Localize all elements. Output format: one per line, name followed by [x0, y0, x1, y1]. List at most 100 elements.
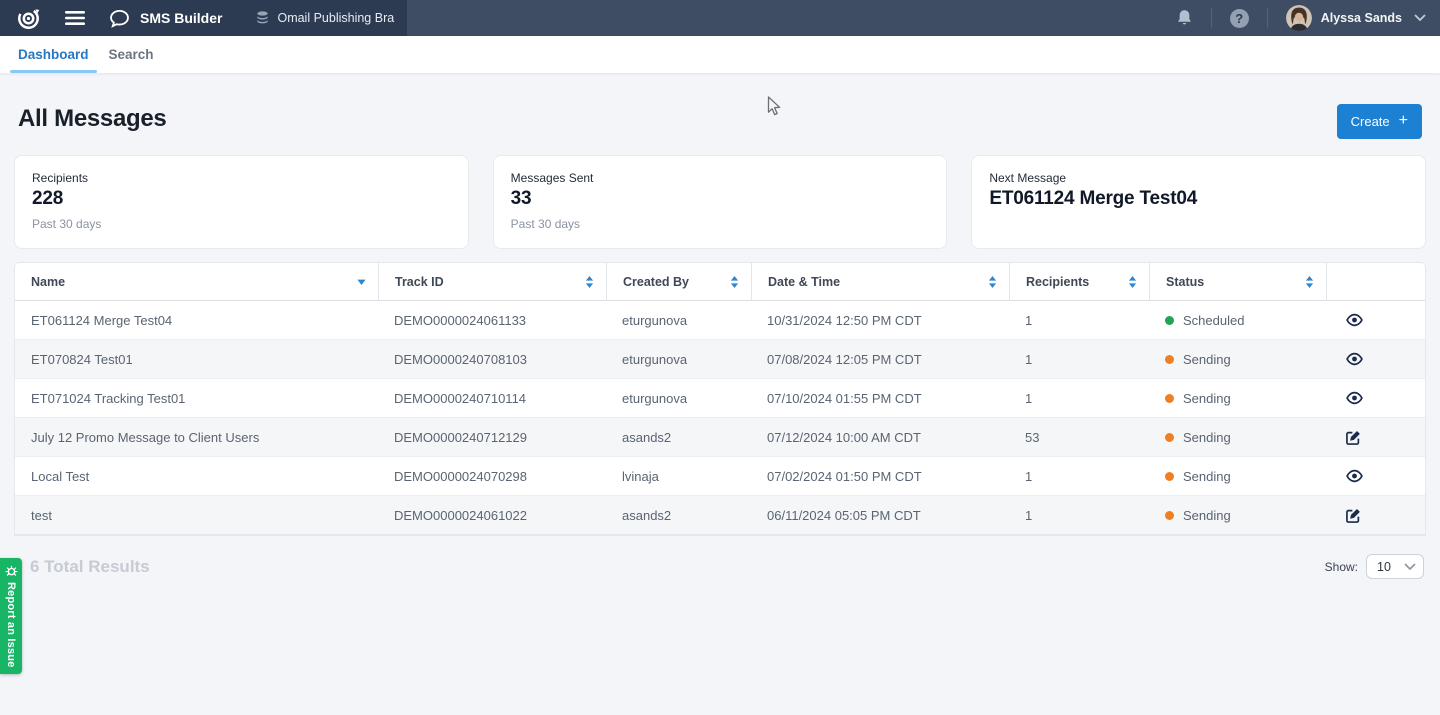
view-eye-icon — [1346, 352, 1363, 366]
messages-table: Name Track ID Created By Date & Time — [14, 262, 1426, 536]
stat-label: Next Message — [989, 171, 1408, 185]
cell-recipients: 1 — [1009, 469, 1149, 484]
tab-search[interactable]: Search — [99, 36, 164, 73]
column-header-created-by[interactable]: Created By — [606, 263, 751, 301]
user-avatar[interactable] — [1286, 5, 1312, 31]
cell-date-time: 07/10/2024 01:55 PM CDT — [751, 391, 1009, 406]
table-row: ET061124 Merge Test04DEMO0000024061133et… — [15, 301, 1425, 340]
cell-date-time: 10/31/2024 12:50 PM CDT — [751, 313, 1009, 328]
table-header-row: Name Track ID Created By Date & Time — [15, 263, 1425, 301]
create-button[interactable]: Create + — [1337, 104, 1422, 139]
help-icon[interactable]: ? — [1220, 0, 1259, 36]
sort-icon[interactable] — [1128, 276, 1137, 288]
stat-value: 228 — [32, 188, 451, 210]
cell-recipients: 1 — [1009, 391, 1149, 406]
cell-recipients: 1 — [1009, 313, 1149, 328]
cell-status: Sending — [1149, 508, 1326, 523]
app-title: SMS Builder — [140, 10, 222, 26]
cell-date-time: 07/12/2024 10:00 AM CDT — [751, 430, 1009, 445]
sort-icon[interactable] — [988, 276, 997, 288]
status-dot — [1165, 472, 1174, 481]
navbar-divider — [1211, 8, 1212, 28]
user-menu-chevron-icon[interactable] — [1414, 14, 1426, 22]
sort-icon[interactable] — [585, 276, 594, 288]
view-eye-icon — [1346, 469, 1363, 483]
edit-action-button[interactable] — [1326, 430, 1425, 445]
top-navbar: SMS Builder Omail Publishing Bra... ? — [0, 0, 1440, 36]
create-button-label: Create — [1351, 114, 1390, 129]
page-title: All Messages — [18, 105, 166, 133]
view-action-button[interactable] — [1326, 391, 1425, 405]
page-size-value: 10 — [1377, 560, 1391, 574]
sort-icon[interactable] — [1305, 276, 1314, 288]
total-results-label: 6 Total Results — [30, 557, 150, 577]
table-row: Local TestDEMO0000024070298lvinaja07/02/… — [15, 457, 1425, 496]
cell-recipients: 1 — [1009, 352, 1149, 367]
table-row: ET070824 Test01DEMO0000240708103eturguno… — [15, 340, 1425, 379]
status-dot — [1165, 394, 1174, 403]
column-label: Created By — [623, 275, 689, 289]
column-label: Status — [1166, 275, 1204, 289]
edit-action-button[interactable] — [1326, 508, 1425, 523]
page-size-select[interactable]: 10 — [1366, 554, 1424, 579]
table-row: testDEMO0000024061022asands206/11/2024 0… — [15, 496, 1425, 535]
brand-logo-icon[interactable] — [14, 0, 51, 36]
chevron-down-icon — [1404, 563, 1416, 571]
hamburger-menu-icon[interactable] — [55, 0, 95, 36]
tab-dashboard[interactable]: Dashboard — [8, 36, 99, 73]
database-icon — [256, 11, 269, 25]
status-label: Sending — [1183, 391, 1231, 406]
status-dot — [1165, 316, 1174, 325]
cell-recipients: 53 — [1009, 430, 1149, 445]
cell-track-id: DEMO0000240712129 — [378, 430, 606, 445]
cell-status: Sending — [1149, 352, 1326, 367]
cell-created-by: asands2 — [606, 508, 751, 523]
status-label: Sending — [1183, 508, 1231, 523]
cell-track-id: DEMO0000024061022 — [378, 508, 606, 523]
cell-track-id: DEMO0000240708103 — [378, 352, 606, 367]
status-dot — [1165, 433, 1174, 442]
column-header-status[interactable]: Status — [1149, 263, 1326, 301]
show-label: Show: — [1325, 560, 1358, 574]
column-header-recipients[interactable]: Recipients — [1009, 263, 1149, 301]
column-header-name[interactable]: Name — [15, 263, 378, 301]
status-label: Sending — [1183, 469, 1231, 484]
user-name: Alyssa Sands — [1321, 11, 1402, 25]
brand-selector-label: Omail Publishing Bra... — [277, 11, 395, 25]
cell-date-time: 07/08/2024 12:05 PM CDT — [751, 352, 1009, 367]
report-issue-label: Report an Issue — [5, 582, 17, 668]
brand-selector-dropdown[interactable]: Omail Publishing Bra... — [256, 11, 430, 25]
table-row: July 12 Promo Message to Client UsersDEM… — [15, 418, 1425, 457]
column-label: Date & Time — [768, 275, 840, 289]
stat-value: ET061124 Merge Test04 — [989, 188, 1408, 210]
cell-name: ET061124 Merge Test04 — [15, 313, 378, 328]
cell-created-by: eturgunova — [606, 391, 751, 406]
edit-icon — [1346, 508, 1361, 523]
sort-icon[interactable] — [730, 276, 739, 288]
sms-chat-bubble-icon — [99, 0, 130, 36]
status-dot — [1165, 355, 1174, 364]
sort-desc-icon[interactable] — [357, 279, 366, 285]
main-content: All Messages Create + Recipients 228 Pas… — [0, 73, 1440, 579]
cell-status: Scheduled — [1149, 313, 1326, 328]
notifications-bell-icon[interactable] — [1166, 0, 1203, 36]
cell-name: Local Test — [15, 469, 378, 484]
view-action-button[interactable] — [1326, 313, 1425, 327]
stat-card-recipients: Recipients 228 Past 30 days — [14, 155, 469, 249]
cell-date-time: 06/11/2024 05:05 PM CDT — [751, 508, 1009, 523]
table-body: ET061124 Merge Test04DEMO0000024061133et… — [15, 301, 1425, 535]
column-header-date-time[interactable]: Date & Time — [751, 263, 1009, 301]
stat-value: 33 — [511, 188, 930, 210]
cell-recipients: 1 — [1009, 508, 1149, 523]
cell-created-by: lvinaja — [606, 469, 751, 484]
report-issue-tab[interactable]: Report an Issue — [0, 558, 22, 674]
cell-date-time: 07/02/2024 01:50 PM CDT — [751, 469, 1009, 484]
column-header-track-id[interactable]: Track ID — [378, 263, 606, 301]
cell-created-by: asands2 — [606, 430, 751, 445]
stat-period: Past 30 days — [32, 217, 451, 231]
stat-label: Recipients — [32, 171, 451, 185]
view-action-button[interactable] — [1326, 352, 1425, 366]
view-action-button[interactable] — [1326, 469, 1425, 483]
cell-name: test — [15, 508, 378, 523]
status-label: Sending — [1183, 352, 1231, 367]
